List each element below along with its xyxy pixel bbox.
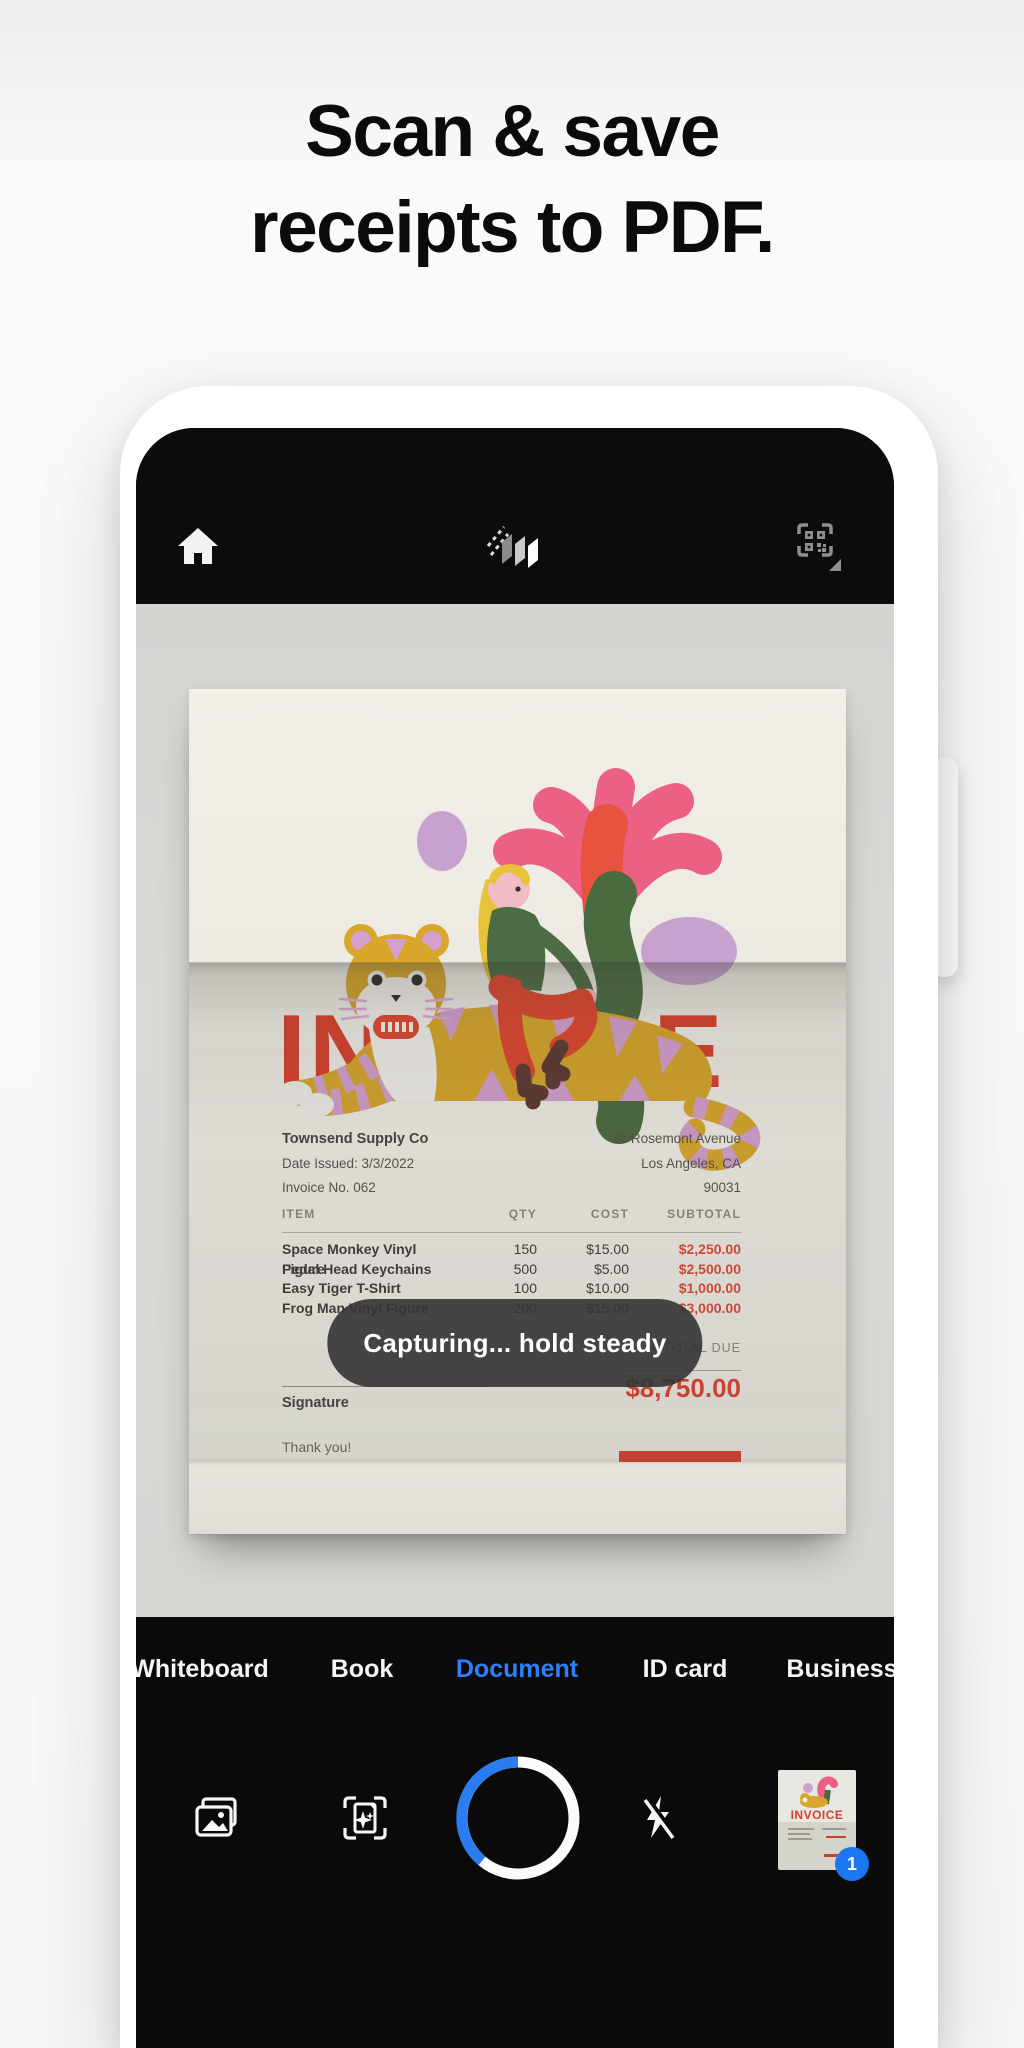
page-title: Scan & save receipts to PDF.	[0, 84, 1024, 276]
table-row: Pedal Head Keychains 500 $5.00 $2,500.00	[282, 1260, 741, 1280]
flash-off-icon	[637, 1833, 681, 1850]
flash-button[interactable]	[637, 1794, 681, 1851]
tab-whiteboard[interactable]: Whiteboard	[136, 1652, 269, 1686]
signature-label: Signature	[282, 1395, 349, 1411]
gallery-button[interactable]	[191, 1795, 243, 1846]
capture-toast-text: Capturing... hold steady	[363, 1328, 666, 1358]
invoice-table-header: ITEM QTY COST SUBTOTAL	[282, 1207, 741, 1221]
thumbnail-invoice-title: INVOICE	[778, 1808, 856, 1822]
capture-toast: Capturing... hold steady	[327, 1299, 702, 1387]
tab-document[interactable]: Document	[456, 1652, 578, 1686]
lilac-blob	[641, 917, 737, 985]
thumbnail-art	[778, 1770, 856, 1808]
address-line: 28 Rosemont Avenue	[612, 1127, 741, 1152]
invoice-company: Townsend Supply Co	[282, 1127, 428, 1152]
address-line: 90031	[612, 1176, 741, 1201]
headline-line-2: receipts to PDF.	[0, 180, 1024, 276]
invoice-address-block: 28 Rosemont Avenue Los Angeles, CA 90031	[612, 1127, 741, 1201]
home-icon	[175, 555, 221, 572]
invoice-company-block: Townsend Supply Co Date Issued: 3/3/2022…	[282, 1127, 428, 1201]
auto-capture-button[interactable]	[339, 1792, 391, 1849]
qr-code-icon	[793, 562, 845, 579]
camera-top-bar	[136, 428, 894, 604]
phone-frame: INVOICE	[120, 386, 938, 2048]
qr-scan-button[interactable]	[793, 519, 845, 580]
gallery-icon	[191, 1828, 243, 1845]
col-qty: QTY	[442, 1207, 537, 1221]
phone-screen: INVOICE	[136, 428, 894, 2048]
col-subtotal: SUBTOTAL	[629, 1207, 741, 1221]
shutter-progress-arc	[462, 1762, 518, 1861]
invoice-number: Invoice No. 062	[282, 1176, 428, 1201]
shutter-button[interactable]	[448, 1748, 588, 1893]
address-line: Los Angeles, CA	[612, 1152, 741, 1177]
thank-you-text: Thank you!	[282, 1439, 351, 1455]
col-cost: COST	[537, 1207, 629, 1221]
col-item: ITEM	[282, 1207, 442, 1221]
tab-book[interactable]: Book	[331, 1652, 394, 1686]
invoice-red-bar	[619, 1451, 741, 1462]
invoice-date: Date Issued: 3/3/2022	[282, 1152, 428, 1177]
scan-count-badge: 1	[835, 1847, 869, 1881]
adobe-scan-logo-button[interactable]	[486, 522, 546, 575]
lilac-circle	[417, 811, 467, 871]
adobe-scan-logo-icon	[486, 557, 546, 574]
table-row: Easy Tiger T-Shirt 100 $10.00 $1,000.00	[282, 1279, 741, 1299]
invoice-document: INVOICE	[189, 689, 846, 1534]
tab-business[interactable]: Business	[786, 1652, 894, 1686]
table-divider	[282, 1232, 741, 1233]
auto-capture-icon	[339, 1831, 391, 1848]
table-row: Space Monkey Vinyl Figure 150 $15.00 $2,…	[282, 1240, 741, 1260]
mode-tabs: Whiteboard Book Document ID card Busines…	[136, 1652, 894, 1686]
camera-viewfinder[interactable]: INVOICE	[136, 604, 894, 1617]
tab-id-card[interactable]: ID card	[643, 1652, 728, 1686]
home-button[interactable]	[175, 524, 221, 573]
headline-line-1: Scan & save	[0, 84, 1024, 180]
